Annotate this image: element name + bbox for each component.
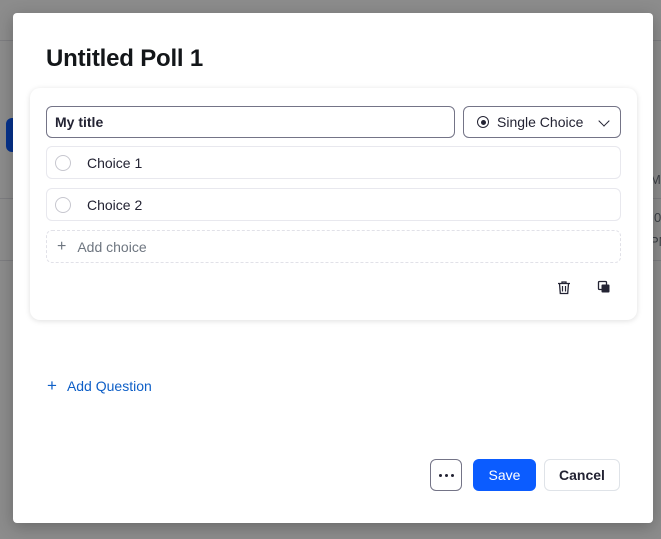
add-question-button[interactable]: + Add Question (47, 377, 152, 394)
add-choice-button[interactable]: + Add choice (46, 230, 621, 263)
duplicate-icon (597, 280, 610, 293)
add-question-label: Add Question (66, 377, 152, 394)
choice-row[interactable]: Choice 1 (46, 146, 621, 179)
question-title-input[interactable] (46, 106, 455, 138)
save-button[interactable]: Save (473, 459, 536, 491)
question-type-label: Single Choice (497, 114, 584, 130)
radio-selected-icon (477, 116, 489, 128)
choice-row[interactable]: Choice 2 (46, 188, 621, 221)
trash-icon (558, 280, 570, 294)
question-type-dropdown[interactable]: Single Choice (463, 106, 621, 138)
radio-empty-icon (55, 196, 71, 213)
add-choice-label: Add choice (77, 238, 147, 255)
chevron-down-icon (598, 115, 610, 127)
plus-icon: + (47, 376, 57, 395)
cancel-button[interactable]: Cancel (544, 459, 620, 491)
poll-editor-modal: Untitled Poll 1 Single Choice Choice 1 C… (13, 13, 653, 523)
question-card: Single Choice Choice 1 Choice 2 + Add ch… (30, 88, 637, 320)
ellipsis-icon (438, 473, 454, 477)
choice-label: Choice 1 (87, 154, 143, 171)
plus-icon: + (57, 237, 67, 255)
more-options-button[interactable] (430, 459, 462, 491)
delete-question-button[interactable] (555, 278, 573, 296)
duplicate-question-button[interactable] (595, 278, 613, 296)
radio-empty-icon (55, 154, 71, 171)
poll-title: Untitled Poll 1 (46, 45, 204, 72)
choice-label: Choice 2 (87, 196, 143, 213)
